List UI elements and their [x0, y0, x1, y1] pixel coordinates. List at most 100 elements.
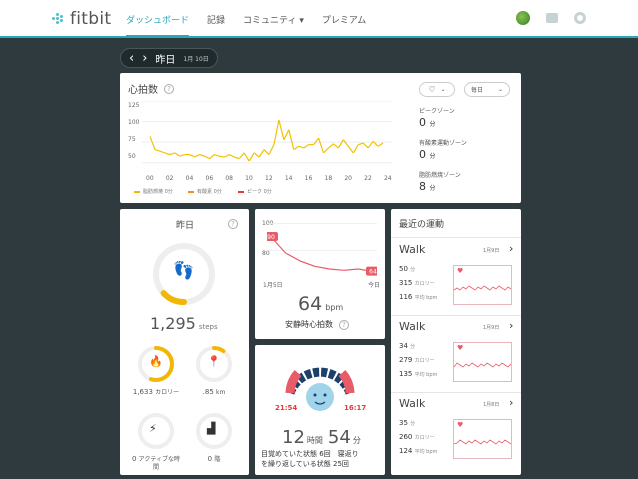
- heart-rate-segment: [219, 155, 225, 158]
- y-tick: 125: [128, 102, 140, 109]
- help-icon[interactable]: ?: [339, 319, 349, 330]
- gear-icon[interactable]: [574, 12, 586, 24]
- chevron-right-icon[interactable]: ›: [142, 51, 147, 66]
- exercise-duration-number: 50: [399, 265, 411, 273]
- date-sub: 1月 10日: [183, 55, 209, 63]
- chevron-left-icon[interactable]: ‹: [129, 51, 134, 66]
- y-tick: 50: [128, 153, 136, 160]
- x-tick: 24: [384, 175, 392, 182]
- stat-lightning[interactable]: ⚡ 0 アクティブな時間: [132, 411, 180, 472]
- heart-rate-segment: [204, 155, 210, 160]
- stat-stairs[interactable]: ▟ 0 階: [194, 411, 238, 464]
- stat-location-pin[interactable]: 📍 .85 km: [194, 344, 238, 397]
- resting-heart-rate-card[interactable]: 100 80 90 64 1月5日 今日 64 bpm 安静時心拍数 ?: [255, 209, 385, 339]
- stat-value: .85: [202, 388, 217, 396]
- stat-label: 1,633 カロリー: [131, 388, 181, 397]
- sleep-detail-line1: 目覚めていた状態 6回 寝返り: [261, 450, 359, 458]
- divider: [391, 237, 521, 238]
- exercise-heart-rate: 135 平均 bpm: [399, 370, 437, 378]
- heart-rate-segment: [273, 119, 280, 145]
- zone-fatburn-label: 脂肪燃焼ゾーン: [419, 172, 461, 179]
- help-icon[interactable]: ?: [228, 219, 238, 229]
- heart-rate-segment: [154, 149, 161, 152]
- heart-rate-segment: [149, 136, 156, 150]
- stat-unit: カロリー: [155, 389, 180, 396]
- nav-community[interactable]: コミュニティ ▾: [243, 13, 304, 37]
- x-tick: 14: [284, 175, 293, 182]
- legend-cardio: 有酸素 0分: [188, 188, 222, 195]
- zone-value: 8: [419, 180, 426, 193]
- exercise-item[interactable]: Walk 1月9日 › 50 分 315 カロリー 116 平均 bpm ♥: [391, 239, 521, 316]
- exercise-duration-number: 34: [399, 342, 411, 350]
- sleep-detail-line2: を繰り返している状態 25回: [261, 460, 349, 468]
- heart-filter-dropdown[interactable]: ♡ ⌄: [419, 82, 455, 97]
- exercise-calories-number: 315: [399, 279, 415, 287]
- exercise-calories-unit: カロリー: [414, 435, 435, 441]
- legend-fat-burn: 脂肪燃焼 0分: [134, 188, 173, 195]
- fitbit-logo[interactable]: fitbit: [52, 9, 111, 29]
- chevron-right-icon: ›: [509, 319, 514, 332]
- stat-label: .85 km: [189, 388, 239, 397]
- zone-value: 0: [419, 116, 426, 129]
- stairs-icon: ▟: [207, 422, 216, 435]
- exercise-item[interactable]: Walk 1月9日 › 34 分 279 カロリー 135 平均 bpm ♥: [391, 316, 521, 393]
- resting-end-label: 64: [369, 269, 377, 276]
- heart-rate-segment: [377, 142, 384, 147]
- x-tick: 22: [364, 175, 372, 182]
- stat-unit: km: [216, 389, 226, 396]
- heart-rate-segment: [238, 152, 245, 160]
- exercise-hr-line: [454, 285, 511, 291]
- exercise-hr-chart: ♥: [453, 419, 512, 459]
- exercise-calories: 315 カロリー: [399, 279, 435, 287]
- zone-unit: 分: [429, 121, 436, 128]
- heart-rate-segment: [278, 119, 285, 140]
- heart-rate-segment: [283, 129, 290, 140]
- heart-rate-segment: [303, 144, 309, 149]
- nav-premium[interactable]: プレミアム: [322, 13, 366, 37]
- daily-stats-card[interactable]: 昨日 ? 👣 1,295 steps 🔥 1,633 カロリー 📍 .85 km ⚡ 0 …: [120, 209, 249, 475]
- exercise-date: 1月9日: [483, 248, 500, 254]
- steps-value: 1,295: [150, 314, 196, 333]
- legend-label: 有酸素 0分: [197, 189, 222, 195]
- stat-value: 1,633: [132, 388, 156, 396]
- zone-peak-value: 0 分: [419, 116, 436, 129]
- nav-log[interactable]: 記録: [207, 13, 225, 37]
- heart-rate-segment: [194, 153, 200, 158]
- heart-rate-segment: [164, 152, 171, 156]
- zone-value: 0: [419, 148, 426, 161]
- range-dropdown[interactable]: 毎日 ⌄: [464, 82, 510, 97]
- exercise-item[interactable]: Walk 1月8日 › 35 分 260 カロリー 124 平均 bpm ♥: [391, 393, 521, 470]
- resting-segment: [299, 260, 315, 267]
- heart-rate-card[interactable]: 心拍数 ? 125 100 75 50 00 02 04 06 08 10 12 14 16 18…: [120, 73, 521, 203]
- avatar[interactable]: [516, 11, 530, 25]
- sleep-card[interactable]: 21:54 16:17 12 時間 54 分 目覚めていた状態 6回 寝返り を…: [255, 345, 385, 475]
- heart-rate-segment: [253, 152, 260, 158]
- fitbit-dots-icon: [52, 11, 66, 27]
- sleep-hours-unit: 時間: [306, 436, 323, 445]
- heart-rate-segment: [342, 139, 349, 147]
- stat-flame[interactable]: 🔥 1,633 カロリー: [133, 344, 180, 397]
- exercise-calories: 279 カロリー: [399, 356, 435, 364]
- chevron-down-icon: ⌄: [497, 86, 503, 93]
- date-navigator: ‹ › 昨日 1月 10日: [120, 48, 218, 68]
- resting-trend-chart: 90 64: [267, 223, 377, 276]
- sleep-hours: 12: [282, 427, 305, 448]
- help-icon[interactable]: ?: [164, 83, 174, 94]
- exercise-heart-rate: 116 平均 bpm: [399, 293, 437, 301]
- recent-exercise-card[interactable]: 最近の運動 Walk 1月9日 › 50 分 315 カロリー 116 平均 bpm ♥ Wa…: [391, 209, 521, 475]
- heart-rate-segment: [189, 153, 195, 158]
- heart-rate-segment: [352, 144, 359, 154]
- exercise-duration: 35 分: [399, 419, 415, 427]
- exercise-heart-rate-unit: 平均 bpm: [414, 295, 438, 301]
- sleep-minutes-unit: 分: [352, 436, 361, 445]
- chat-icon[interactable]: [546, 13, 558, 23]
- x-start-label: 1月5日: [263, 282, 283, 289]
- heart-rate-segment: [229, 153, 235, 158]
- nav-dashboard[interactable]: ダッシュボード: [126, 13, 190, 37]
- heart-rate-segment: [358, 142, 364, 146]
- legend-peak: ピーク 0分: [238, 188, 272, 195]
- exercise-heart-rate-number: 116: [399, 293, 415, 301]
- lightning-icon: ⚡: [149, 422, 157, 435]
- exercise-duration-unit: 分: [410, 421, 416, 427]
- heart-rate-segment: [313, 137, 320, 146]
